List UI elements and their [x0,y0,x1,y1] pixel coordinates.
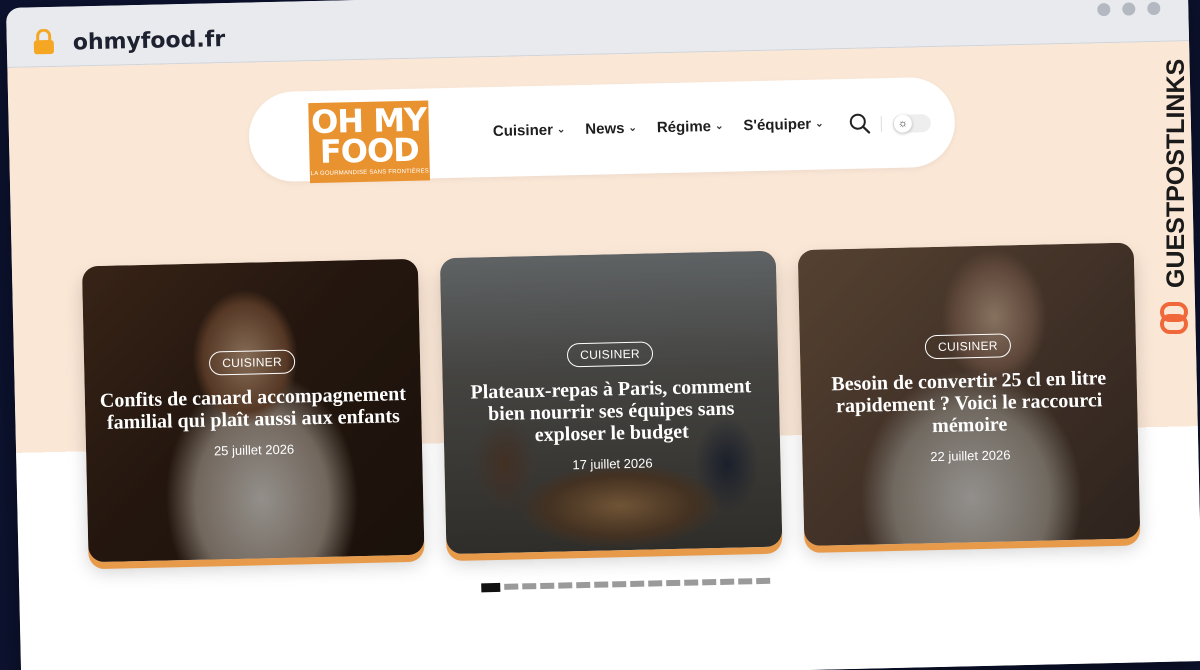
slider-card[interactable]: CUISINER Confits de canard accompagnemen… [81,258,425,563]
site-header: OH MY FOOD LA GOURMANDISE SANS FRONTIÈRE… [247,76,956,184]
logo-tagline: LA GOURMANDISE SANS FRONTIÈRES [310,168,430,178]
menu-item-cuisiner[interactable]: Cuisiner ⌄ [493,121,566,140]
menu-item-label: S'équiper [743,115,812,135]
chevron-down-icon: ⌄ [556,124,566,136]
pagination-dot[interactable] [738,578,753,585]
window-dot-2[interactable] [1122,2,1136,16]
header-divider [880,116,883,133]
window-dot-3[interactable] [1147,1,1161,16]
card-title[interactable]: Besoin de convertir 25 cl en litre rapid… [815,367,1124,440]
pagination-dot[interactable] [504,583,519,590]
logo-line-2: FOOD [319,130,420,171]
window-controls [1097,1,1161,17]
pagination-dot[interactable] [558,582,573,589]
card-date: 22 juillet 2026 [930,447,1011,465]
featured-slider: CUISINER Confits de canard accompagnemen… [81,242,1141,563]
menu-item-sequiper[interactable]: S'équiper ⌄ [743,115,824,135]
pagination-dot[interactable] [666,579,681,587]
category-badge[interactable]: CUISINER [566,341,654,368]
pagination-dot[interactable] [720,578,735,585]
site-logo[interactable]: OH MY FOOD LA GOURMANDISE SANS FRONTIÈRE… [308,100,431,184]
pagination-dot[interactable] [702,579,717,586]
card-date: 17 juillet 2026 [572,455,653,473]
browser-window: ohmyfood.fr OH MY FOOD LA GOURMANDISE SA… [6,0,1200,670]
menu-item-regime[interactable]: Régime ⌄ [656,118,724,137]
pagination-dot[interactable] [612,581,627,588]
menu-item-label: Cuisiner [492,121,554,140]
guestpostlinks-watermark: GUESTPOSTLINKS [1160,59,1190,334]
pagination-dot[interactable] [594,581,609,588]
chevron-down-icon: ⌄ [815,118,824,130]
pagination-dot[interactable] [630,580,645,587]
window-dot-1[interactable] [1097,2,1111,17]
pagination-dot[interactable] [540,582,555,590]
pagination-dot[interactable] [576,581,591,589]
sun-icon: ☼ [893,114,913,133]
lock-icon [33,28,54,55]
chevron-down-icon: ⌄ [714,120,724,132]
slider-card[interactable]: CUISINER Besoin de convertir 25 cl en li… [797,242,1141,547]
card-date: 25 juillet 2026 [213,441,295,459]
pagination-dot[interactable] [684,579,699,586]
address-bar-url[interactable]: ohmyfood.fr [73,27,226,55]
link-chain-icon [1160,302,1188,334]
pagination-dot[interactable] [648,580,663,587]
pagination-dot[interactable] [756,577,771,585]
category-badge[interactable]: CUISINER [208,349,296,376]
pagination-dot[interactable] [481,582,501,593]
page-content: OH MY FOOD LA GOURMANDISE SANS FRONTIÈRE… [7,41,1200,670]
menu-item-label: Régime [656,118,712,137]
menu-item-label: News [585,120,625,138]
category-badge[interactable]: CUISINER [924,333,1012,360]
watermark-text: GUESTPOSTLINKS [1162,59,1190,288]
slider-pagination [481,577,771,593]
menu-item-news[interactable]: News ⌄ [585,120,637,138]
search-icon[interactable] [849,112,871,134]
slider-card[interactable]: CUISINER Plateaux-repas à Paris, comment… [439,250,783,555]
card-title[interactable]: Confits de canard accompagnement familia… [99,383,408,434]
chevron-down-icon: ⌄ [628,122,637,134]
card-title[interactable]: Plateaux-repas à Paris, comment bien nou… [457,375,766,448]
main-menu: Cuisiner ⌄ News ⌄ Régime ⌄ S'équiper ⌄ [493,115,824,140]
theme-toggle[interactable]: ☼ [892,114,932,133]
pagination-dot[interactable] [522,583,537,590]
